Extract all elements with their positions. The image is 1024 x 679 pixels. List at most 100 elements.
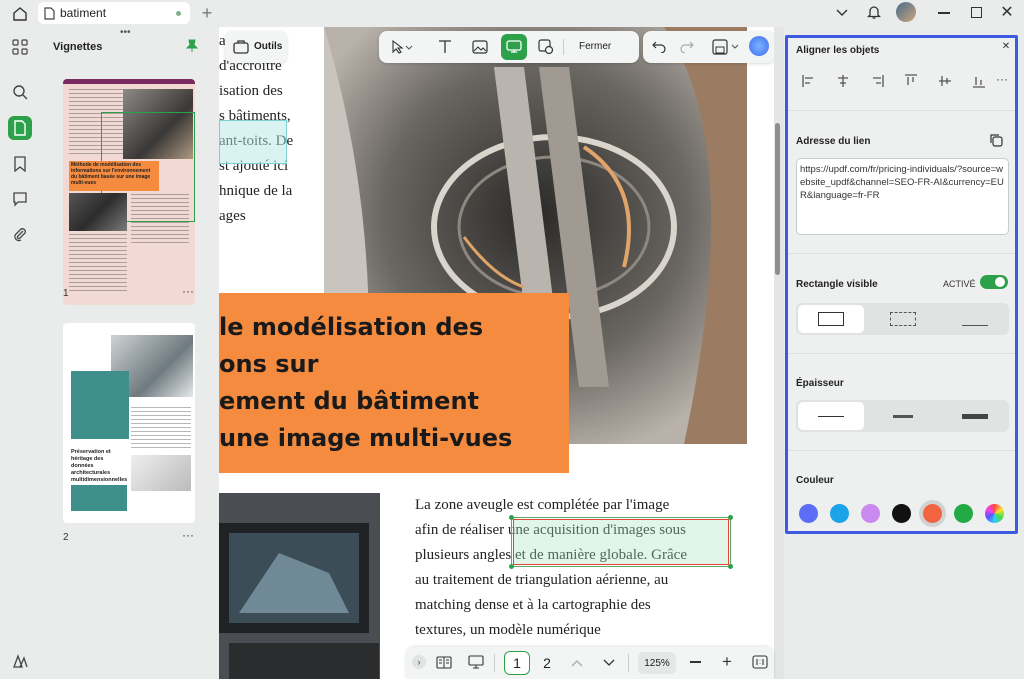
chevron-down-icon[interactable] [602,656,616,670]
heading-box: le modélisation des ons sur ement du bât… [219,293,569,473]
solid-style-option[interactable] [798,305,864,333]
link-url-field[interactable]: https://updf.com/fr/pricing-individuals/… [796,158,1009,235]
tools-label: Outils [254,41,282,52]
vertical-scrollbar[interactable] [774,27,784,679]
home-icon[interactable] [10,4,30,24]
align-center-h-icon[interactable] [836,74,850,88]
select-tool-icon[interactable] [389,38,415,56]
rect-visible-toggle[interactable] [980,275,1008,289]
expand-icon[interactable]: › [412,655,426,669]
color-swatch-orange[interactable] [923,504,942,523]
underline-style-option[interactable] [942,305,1008,333]
thumb-text-block-2 [131,194,189,244]
align-top-icon[interactable] [904,74,918,88]
divider [494,654,495,672]
custom-color-icon[interactable] [985,504,1004,523]
actual-size-icon[interactable] [751,654,769,670]
toolbar-divider [563,39,564,55]
presentation-icon[interactable] [466,654,486,670]
page-thumbnail-1[interactable]: Méthode de modélisation des informations… [63,79,195,305]
more-align-icon[interactable]: ··· [996,72,1008,86]
drag-handle-icon[interactable]: ••• [120,27,131,38]
page-thumbnail-2[interactable]: Préservation et héritage des données arc… [63,323,195,523]
separator [788,110,1015,111]
left-rail [0,27,39,679]
color-swatch-green[interactable] [954,504,973,523]
page-number-2: 2 [63,532,69,543]
align-right-icon[interactable] [870,74,884,88]
chevron-down-icon[interactable] [834,5,850,21]
more-options-icon[interactable]: ··· [182,284,194,298]
separator [788,353,1015,354]
copy-icon[interactable] [988,132,1004,148]
document-tab[interactable]: batiment [38,2,190,24]
layers-icon[interactable] [8,649,32,673]
close-panel-icon[interactable]: ✕ [1000,40,1012,52]
heading-line: le modélisation des [219,309,512,346]
minimize-icon[interactable] [936,6,952,20]
thumb-text-block-3 [69,234,127,294]
ai-assistant-icon[interactable] [749,36,769,56]
image-tool-icon[interactable] [471,38,489,56]
pin-icon[interactable] [185,39,199,53]
tab-title: batiment [60,6,106,20]
text-line: La zone aveugle est complétée par l'imag… [415,493,755,518]
save-icon[interactable] [711,38,741,56]
redo-icon[interactable] [679,39,695,55]
thumb-heading-box: Méthode de modélisation des informations… [69,161,159,191]
link-rectangle[interactable] [513,519,729,565]
link-annotation-box[interactable] [219,120,287,164]
page-2-button[interactable]: 2 [534,651,560,675]
chevron-up-icon[interactable] [570,656,584,670]
heading-line: une image multi-vues [219,420,512,457]
link-title: Adresse du lien [796,136,870,147]
color-swatch-blue[interactable] [799,504,818,523]
heading-text: le modélisation des ons sur ement du bât… [219,309,512,457]
separator [788,450,1015,451]
search-icon[interactable] [8,80,32,104]
color-swatch-purple[interactable] [861,504,880,523]
scrollbar-thumb[interactable] [775,123,780,275]
more-options-icon[interactable]: ··· [182,528,194,542]
thick-option[interactable] [942,402,1008,430]
text-line: au traitement de triangulation aérienne,… [415,568,755,593]
text-line: matching dense et à la cartographie des [415,593,755,618]
zoom-level[interactable]: 125% [638,652,676,674]
link-properties-panel: Aligner les objets ✕ ··· Adresse du lien… [785,35,1018,534]
close-edit-button[interactable]: Fermer [579,41,611,52]
close-window-icon[interactable]: ✕ [999,3,1015,21]
color-swatch-cyan[interactable] [830,504,849,523]
medium-option[interactable] [870,402,936,430]
page-1-button[interactable]: 1 [504,651,530,675]
maximize-icon[interactable] [968,4,984,20]
thickness-selector [796,400,1009,432]
thumb1-title: Méthode de modélisation des informations… [71,162,157,186]
separator [788,253,1015,254]
thumb-drawing [131,455,191,491]
tools-button[interactable]: Outils [225,31,287,63]
align-left-icon[interactable] [802,74,816,88]
color-swatch-black[interactable] [892,504,911,523]
comment-icon[interactable] [8,187,32,211]
stamp-tool-icon[interactable] [537,38,555,56]
align-center-v-icon[interactable] [938,74,952,88]
text-tool-icon[interactable] [436,38,454,56]
thumbnails-icon[interactable] [8,116,32,140]
attachment-icon[interactable] [8,223,32,247]
avatar[interactable] [896,2,916,22]
page-layout-icon[interactable] [434,654,454,670]
zoom-out-icon[interactable] [688,655,702,669]
align-bottom-icon[interactable] [972,74,986,88]
thin-option[interactable] [798,402,864,430]
undo-icon[interactable] [651,39,667,55]
zoom-in-icon[interactable]: + [720,653,734,671]
document-viewport: ations sur d'accroître isation des s bât… [219,27,784,679]
bell-icon[interactable] [865,3,883,21]
link-tool-icon[interactable] [501,34,527,60]
thumb-teal-block-2 [71,485,127,511]
bookmark-icon[interactable] [8,152,32,176]
text-line: ages [219,204,329,229]
new-tab-icon[interactable]: + [198,4,216,22]
apps-grid-icon[interactable] [8,35,32,59]
dashed-style-option[interactable] [870,305,936,333]
